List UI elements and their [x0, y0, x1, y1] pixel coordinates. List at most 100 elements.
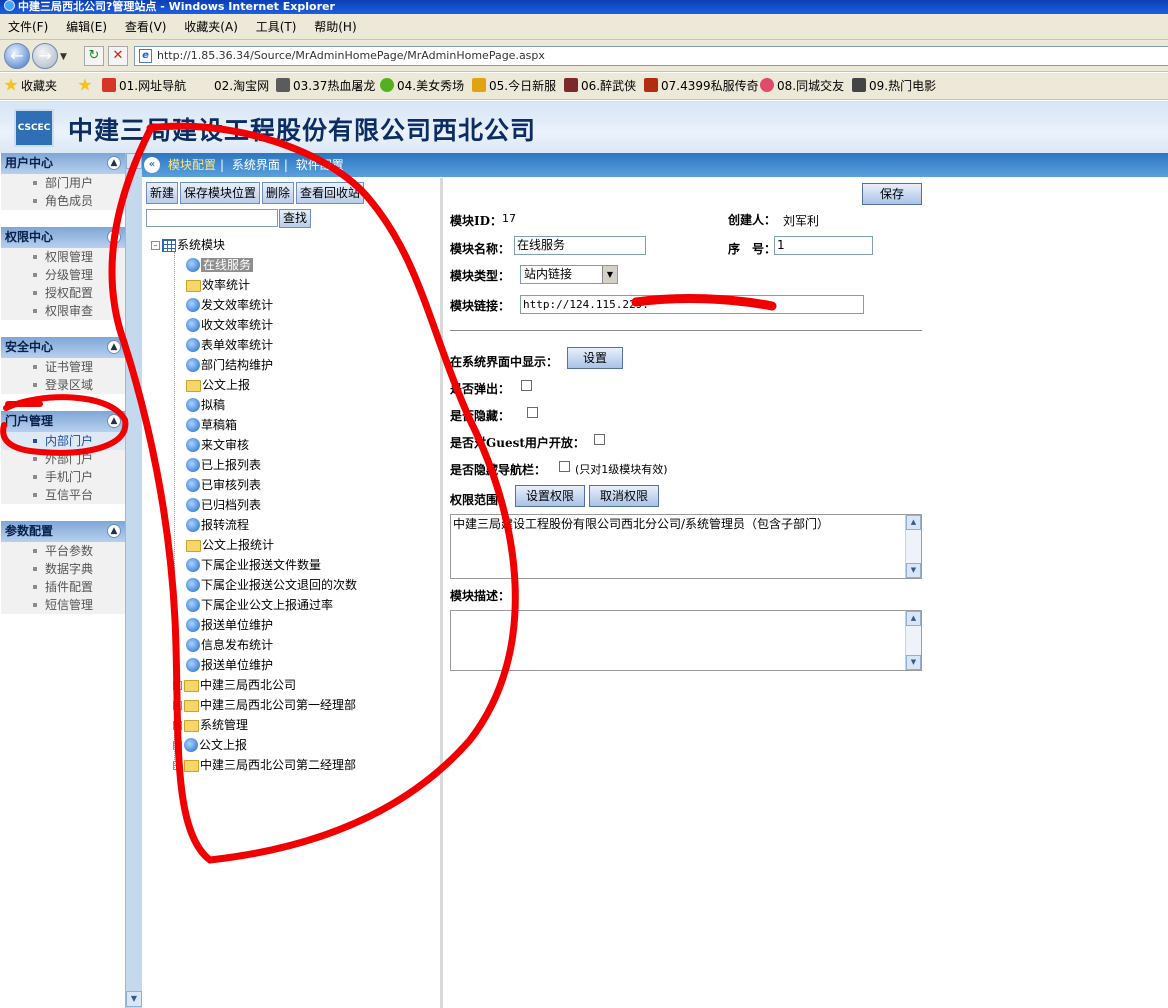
tree-node[interactable]: + 中建三局西北公司 — [173, 676, 296, 694]
popup-checkbox[interactable] — [521, 380, 532, 391]
scroll-up-icon[interactable]: ▲ — [906, 611, 921, 626]
scroll-down-icon[interactable]: ▼ — [126, 991, 142, 1007]
menu-item-internal-portal[interactable]: 内部门户 — [1, 432, 125, 450]
fav-link-7[interactable]: 07.4399私服传奇 — [644, 73, 759, 99]
tree-node[interactable]: + 公文上报 — [173, 736, 247, 754]
collapse-icon[interactable]: ▲ — [107, 340, 121, 354]
menu-item-role-members[interactable]: 角色成员 — [1, 192, 125, 210]
collapse-icon[interactable]: ▲ — [107, 524, 121, 538]
tree-node[interactable]: 来文审核 — [186, 436, 249, 454]
hide-nav-checkbox[interactable] — [559, 461, 570, 472]
module-desc-textarea[interactable]: ▲ ▼ — [450, 610, 922, 671]
tree-node[interactable]: 在线服务 — [186, 256, 254, 274]
fav-link-1[interactable]: 01.网址导航 — [102, 73, 186, 99]
collapse-icon[interactable]: ▲ — [107, 230, 121, 244]
menu-item-mobile-portal[interactable]: 手机门户 — [1, 468, 125, 486]
menu-item-perm-review[interactable]: 权限审查 — [1, 302, 125, 320]
tree-node[interactable]: 报送单位维护 — [186, 616, 273, 634]
tree-node[interactable]: + 系统管理 — [173, 716, 248, 734]
back-arrow-icon[interactable]: ← — [4, 43, 30, 69]
tree-search-input[interactable] — [146, 209, 278, 227]
menu-item-cert-manage[interactable]: 证书管理 — [1, 358, 125, 376]
menu-help[interactable]: 帮助(H) — [314, 20, 356, 34]
tree-node[interactable]: 公文上报统计 — [186, 536, 274, 554]
menu-item-perm-manage[interactable]: 权限管理 — [1, 248, 125, 266]
tree-root[interactable]: – 系统模块 — [151, 236, 225, 254]
left-menu-scrollbar[interactable]: ▲ ▼ — [126, 153, 142, 1008]
fav-link-9[interactable]: 09.热门电影 — [852, 73, 936, 99]
refresh-icon[interactable]: ↻ — [84, 46, 104, 66]
tree-node[interactable]: 已审核列表 — [186, 476, 261, 494]
menu-tools[interactable]: 工具(T) — [256, 20, 297, 34]
group-user-center[interactable]: 用户中心 ▲ — [1, 153, 125, 174]
scroll-down-icon[interactable]: ▼ — [906, 563, 921, 578]
favorites-button[interactable]: 收藏夹 — [4, 73, 57, 99]
tree-node[interactable]: 公文上报 — [186, 376, 250, 394]
delete-button[interactable]: 删除 — [262, 182, 295, 204]
menu-item-external-portal[interactable]: 外部门户 — [1, 450, 125, 468]
tree-node[interactable]: 部门结构维护 — [186, 356, 273, 374]
history-dropdown-icon[interactable]: ▼ — [60, 52, 67, 62]
tree-node[interactable]: 下属企业报送公文退回的次数 — [186, 576, 357, 594]
tree-node[interactable]: + 中建三局西北公司第一经理部 — [173, 696, 356, 714]
collapse-box-icon[interactable]: – — [151, 241, 160, 250]
group-security-center[interactable]: 安全中心 ▲ — [1, 337, 125, 358]
dropdown-arrow-icon[interactable]: ▼ — [602, 266, 617, 283]
textarea-scrollbar[interactable]: ▲ ▼ — [905, 515, 921, 578]
address-input[interactable]: e http://1.85.36.34/Source/MrAdminHomePa… — [134, 46, 1168, 66]
hidden-checkbox[interactable] — [527, 407, 538, 418]
stop-icon[interactable]: ✕ — [108, 46, 128, 66]
tab-system-ui[interactable]: 系统界面 — [232, 158, 280, 172]
group-permission-center[interactable]: 权限中心 ▲ — [1, 227, 125, 248]
tree-node[interactable]: 收文效率统计 — [186, 316, 273, 334]
tree-node[interactable]: 下属企业公文上报通过率 — [186, 596, 333, 614]
recycle-bin-button[interactable]: 查看回收站 — [296, 182, 365, 204]
guest-open-checkbox[interactable] — [594, 434, 605, 445]
fav-link-5[interactable]: 05.今日新服 — [472, 73, 556, 99]
menu-file[interactable]: 文件(F) — [8, 20, 48, 34]
menu-edit[interactable]: 编辑(E) — [66, 20, 107, 34]
tree-node[interactable]: 已归档列表 — [186, 496, 261, 514]
save-button[interactable]: 保存 — [862, 183, 922, 205]
menu-view[interactable]: 查看(V) — [125, 20, 167, 34]
order-input[interactable]: 1 — [774, 236, 873, 255]
tree-node[interactable]: 表单效率统计 — [186, 336, 273, 354]
tree-node[interactable]: 报转流程 — [186, 516, 249, 534]
tree-node[interactable]: 报送单位维护 — [186, 656, 273, 674]
menu-item-data-dict[interactable]: 数据字典 — [1, 560, 125, 578]
menu-item-dept-users[interactable]: 部门用户 — [1, 174, 125, 192]
menu-favorites[interactable]: 收藏夹(A) — [184, 20, 238, 34]
group-portal-manage[interactable]: 门户管理 ▲ — [1, 411, 125, 432]
tree-node[interactable]: 效率统计 — [186, 276, 250, 294]
module-type-select[interactable]: 站内链接 ▼ — [520, 265, 618, 284]
module-name-input[interactable]: 在线服务 — [514, 236, 646, 255]
save-position-button[interactable]: 保存模块位置 — [180, 182, 261, 204]
scroll-up-icon[interactable]: ▲ — [906, 515, 921, 530]
fav-link-4[interactable]: 04.美女秀场 — [380, 73, 464, 99]
tree-node[interactable]: 下属企业报送文件数量 — [186, 556, 321, 574]
set-permission-button[interactable]: 设置权限 — [515, 485, 585, 507]
tree-node[interactable]: 发文效率统计 — [186, 296, 273, 314]
menu-item-sms-manage[interactable]: 短信管理 — [1, 596, 125, 614]
tab-software-config[interactable]: 软件配置 — [296, 158, 344, 172]
tree-node[interactable]: 已上报列表 — [186, 456, 261, 474]
cancel-permission-button[interactable]: 取消权限 — [589, 485, 659, 507]
menu-item-platform-params[interactable]: 平台参数 — [1, 542, 125, 560]
scroll-down-icon[interactable]: ▼ — [906, 655, 921, 670]
search-button[interactable]: 查找 — [279, 209, 311, 228]
tree-node[interactable]: 草稿箱 — [186, 416, 237, 434]
permission-scope-textarea[interactable]: 中建三局建设工程股份有限公司西北分公司/系统管理员（包含子部门） ▲ ▼ — [450, 514, 922, 579]
scroll-up-icon[interactable]: ▲ — [126, 153, 142, 169]
tree-node[interactable]: + 中建三局西北公司第二经理部 — [173, 756, 356, 774]
menu-item-level-manage[interactable]: 分级管理 — [1, 266, 125, 284]
new-button[interactable]: 新建 — [146, 182, 179, 204]
tree-node[interactable]: 拟稿 — [186, 396, 225, 414]
show-set-button[interactable]: 设置 — [567, 347, 623, 369]
collapse-icon[interactable]: ▲ — [107, 414, 121, 428]
add-favorite-icon[interactable] — [78, 73, 95, 99]
menu-item-trust-platform[interactable]: 互信平台 — [1, 486, 125, 504]
menu-item-plugin-config[interactable]: 插件配置 — [1, 578, 125, 596]
tree-node[interactable]: 信息发布统计 — [186, 636, 273, 654]
fav-link-2[interactable]: 02.淘宝网 — [214, 73, 269, 99]
collapse-left-icon[interactable]: « — [144, 157, 160, 173]
